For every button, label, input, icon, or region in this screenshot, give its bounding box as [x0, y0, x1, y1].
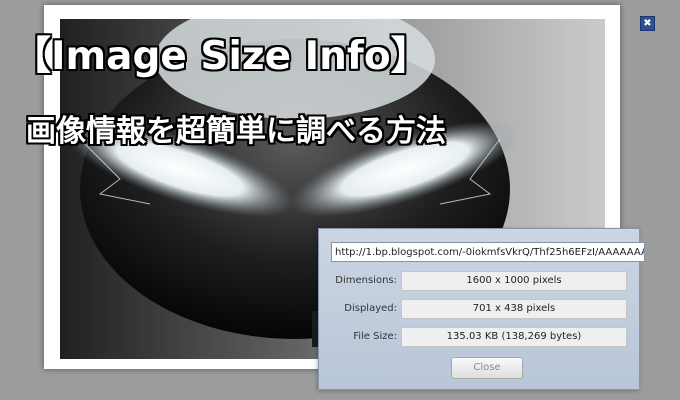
displayed-value: 701 x 438 pixels [401, 299, 627, 319]
headline-subtitle: 画像情報を超簡単に調べる方法 [26, 114, 446, 149]
dimensions-value: 1600 x 1000 pixels [401, 271, 627, 291]
dimensions-label: Dimensions: [335, 275, 397, 286]
close-button[interactable]: Close [451, 357, 523, 379]
file-size-label: File Size: [353, 331, 397, 342]
file-size-value: 135.03 KB (138,269 bytes) [401, 327, 627, 347]
image-size-info-dialog: http://1.bp.blogspot.com/-0iokmfsVkrQ/Th… [318, 228, 645, 390]
lightbox-close-icon[interactable]: ✖ [640, 16, 655, 31]
image-url-field[interactable]: http://1.bp.blogspot.com/-0iokmfsVkrQ/Th… [331, 242, 645, 262]
displayed-label: Displayed: [344, 303, 397, 314]
headline-title: 【Image Size Info】 [12, 34, 430, 79]
